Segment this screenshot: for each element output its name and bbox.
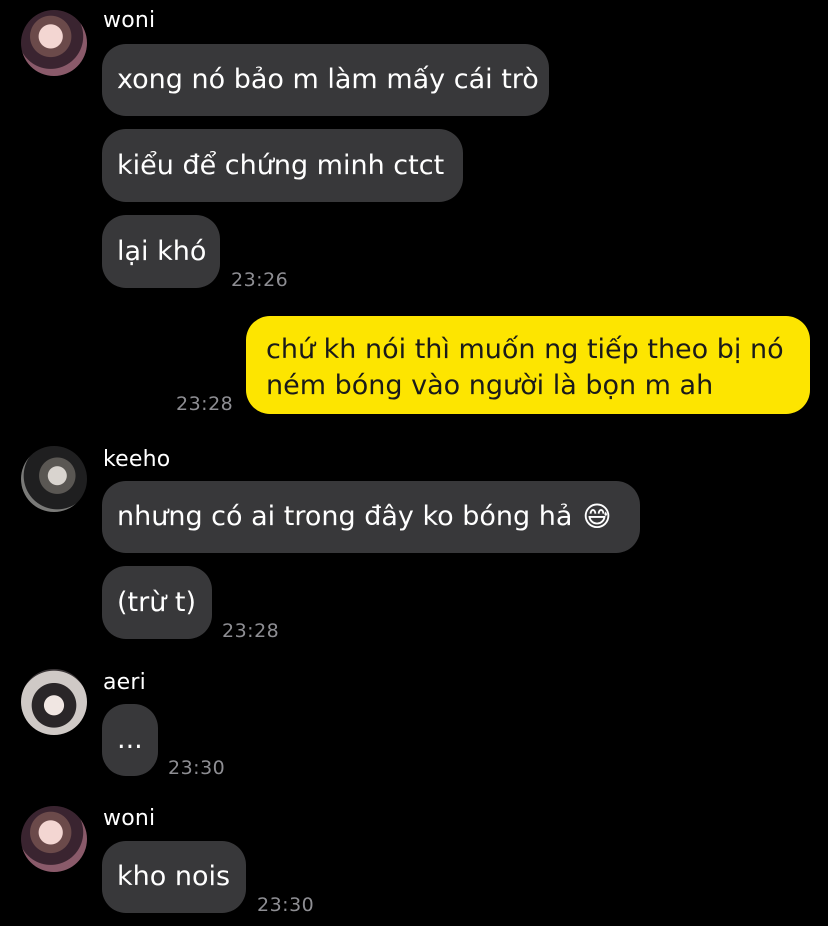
message-text: lại khó [117, 235, 207, 267]
message-text: ... [117, 724, 143, 755]
sender-name-woni: woni [103, 806, 156, 831]
message-bubble[interactable]: nhưng có ai trong đây ko bóng hả 😅 [102, 481, 640, 553]
message-text: kiểu để chứng minh ctct [117, 149, 445, 181]
sender-name-aeri: aeri [103, 670, 146, 695]
avatar-aeri[interactable] [21, 669, 87, 735]
message-timestamp: 23:30 [257, 894, 315, 916]
message-bubble[interactable]: ... [102, 704, 158, 776]
message-timestamp: 23:28 [222, 620, 280, 642]
avatar-woni[interactable] [21, 806, 87, 872]
message-timestamp: 23:28 [176, 393, 234, 415]
avatar-keeho[interactable] [21, 446, 87, 512]
message-text: chứ kh nói thì muốn ng tiếp theo bị nó n… [266, 334, 784, 401]
message-timestamp: 23:26 [231, 269, 289, 291]
sender-name-keeho: keeho [103, 447, 171, 472]
message-bubble[interactable]: lại khó [102, 215, 220, 288]
sweat-smile-emoji-icon: 😅 [582, 500, 612, 533]
message-text: nhưng có ai trong đây ko bóng hả [117, 501, 573, 532]
message-timestamp: 23:30 [168, 757, 226, 779]
message-bubble[interactable]: kiểu để chứng minh ctct [102, 129, 463, 202]
message-bubble[interactable]: (trừ t) [102, 566, 212, 639]
message-bubble[interactable]: xong nó bảo m làm mấy cái trò [102, 44, 549, 116]
message-bubble[interactable]: kho nois [102, 841, 246, 913]
message-text: (trừ t) [117, 586, 197, 618]
message-text: kho nois [117, 861, 231, 892]
avatar-woni[interactable] [21, 10, 87, 76]
message-bubble-outgoing[interactable]: chứ kh nói thì muốn ng tiếp theo bị nó n… [246, 316, 810, 414]
message-text: xong nó bảo m làm mấy cái trò [117, 64, 539, 95]
sender-name-woni: woni [103, 8, 156, 33]
